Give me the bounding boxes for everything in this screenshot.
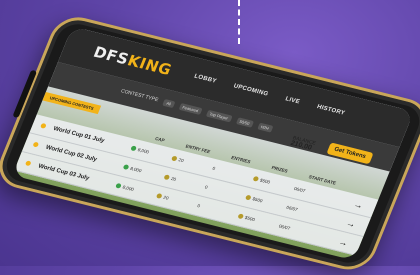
coin-icon [155,193,163,199]
filter-chip-all[interactable]: All [162,98,176,108]
contest-type-label: CONTEST TYPE [119,88,160,104]
prize-cell: $500 [237,213,272,226]
cap-icon [130,145,137,152]
coin-icon [244,194,252,201]
col-prizes: PRIZES [270,165,289,174]
row-bullet-icon [39,122,47,129]
cap-cell: 8,000 [130,145,165,158]
phone-notch [12,69,38,119]
row-bullet-icon [32,141,40,148]
fee-cell: 20 [155,193,191,206]
nav-item-live[interactable]: LIVE [284,96,300,105]
prize-cell: $500 [252,175,287,189]
coin-icon [170,155,178,162]
nav-item-history[interactable]: HISTORY [316,104,346,117]
logo-accent: KING [124,51,175,80]
prize-cell: $500 [244,194,280,208]
phone-mockup: DFSKING LOBBY UPCOMING LIVE HISTORY CONT… [0,0,420,275]
phone-frame: DFSKING LOBBY UPCOMING LIVE HISTORY CONT… [0,12,420,275]
arrow-right-icon[interactable]: → [337,236,350,248]
filter-chip-top-player[interactable]: Top Player [205,109,233,122]
entries-cell: 0 [211,165,217,172]
row-bullet-icon [24,160,32,167]
date-cell: 06/07 [285,204,299,213]
coin-icon [237,213,245,220]
entries-cell: 0 [204,184,209,190]
nav-item-lobby[interactable]: LOBBY [193,74,217,85]
nav-item-upcoming[interactable]: UPCOMING [232,83,269,97]
cap-cell: 8,000 [122,164,158,177]
date-cell: 06/07 [293,186,307,194]
filter-chip-5050[interactable]: 50/50 [235,116,254,128]
cap-icon [122,164,130,171]
fee-cell: 20 [163,174,198,187]
app-screen: DFSKING LOBBY UPCOMING LIVE HISTORY CONT… [12,26,414,261]
arrow-right-icon[interactable]: → [345,217,358,229]
date-cell: 06/07 [278,223,291,231]
fee-cell: 20 [170,155,206,169]
cap-icon [115,182,122,189]
arrow-right-icon[interactable]: → [352,199,365,211]
entries-cell: 0 [196,203,201,209]
cap-cell: 8,000 [115,182,150,196]
filter-chip-featured[interactable]: Featured [178,102,203,115]
coin-icon [252,175,260,182]
col-cap: CAP [154,135,166,143]
coin-icon [163,174,171,181]
filter-chip-h2h[interactable]: H2H [256,122,274,133]
